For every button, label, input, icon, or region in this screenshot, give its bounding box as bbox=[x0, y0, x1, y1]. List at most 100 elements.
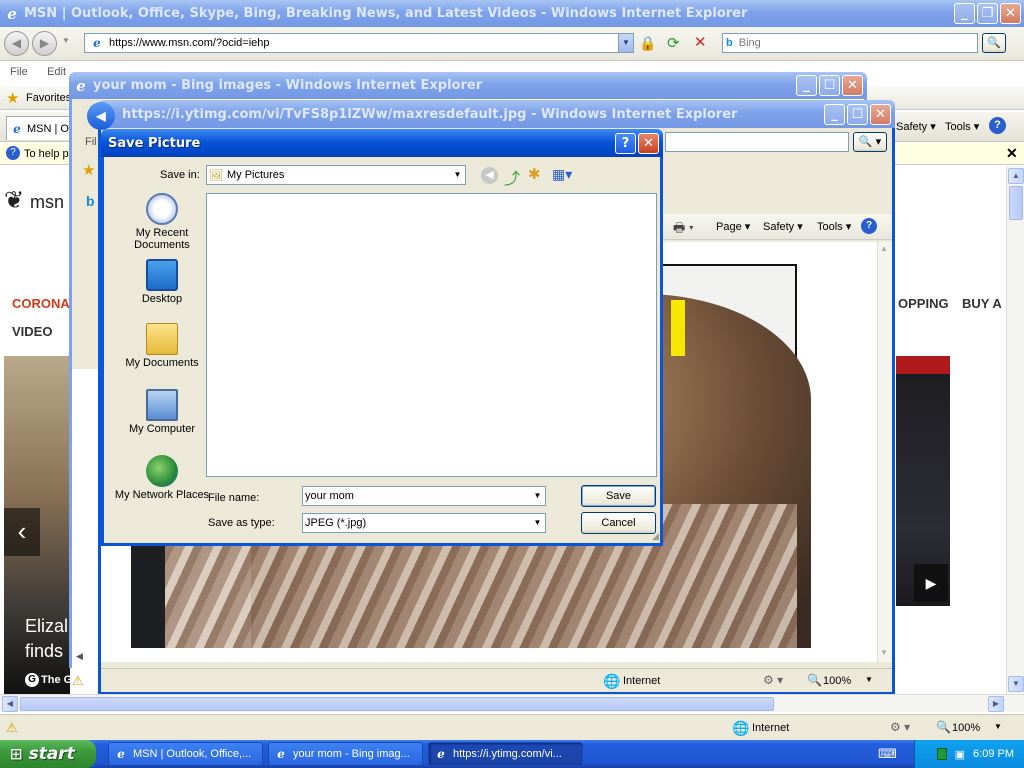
forward-button[interactable]: ▶ bbox=[32, 31, 57, 56]
cancel-button[interactable]: Cancel bbox=[581, 512, 656, 534]
story-headline-line1[interactable]: Elizal bbox=[25, 616, 68, 637]
cmd-page[interactable]: Page ▾ bbox=[716, 220, 750, 233]
up-folder-icon[interactable]: ⤴ bbox=[504, 165, 520, 189]
nav-video[interactable]: VIDEO bbox=[12, 324, 52, 339]
place-recent-documents[interactable]: My Recent Documents bbox=[110, 193, 214, 251]
file-name-input[interactable]: your mom ▼ bbox=[302, 486, 546, 506]
save-in-dropdown-icon[interactable]: ▼ bbox=[450, 166, 465, 184]
nav-dropdown-icon[interactable]: ▼ bbox=[62, 36, 70, 45]
back-button[interactable]: ◀ bbox=[4, 31, 29, 56]
nav-coronavirus[interactable]: CORONA bbox=[12, 296, 70, 311]
bing-star-icon[interactable]: ★ bbox=[82, 161, 95, 179]
zoom-icon[interactable]: 🔍 bbox=[807, 673, 822, 687]
resize-grip-icon[interactable]: ◢ bbox=[652, 531, 659, 542]
hscroll-thumb[interactable] bbox=[20, 697, 774, 711]
address-bar[interactable]: e https://www.msn.com/?ocid=iehp ▼ bbox=[84, 33, 634, 53]
scroll-thumb[interactable] bbox=[1009, 186, 1023, 220]
bing-tab-icon[interactable]: b bbox=[86, 193, 95, 209]
scroll-right-icon[interactable]: ▶ bbox=[988, 696, 1004, 712]
print-icon[interactable]: 🖶 ▾ bbox=[673, 219, 694, 241]
start-button[interactable]: ⊞ start bbox=[0, 740, 96, 768]
keyboard-icon[interactable]: ⌨ bbox=[878, 746, 897, 762]
cmd-tools[interactable]: Tools ▾ bbox=[945, 120, 979, 133]
menu-edit[interactable]: Edit bbox=[47, 66, 66, 78]
zoom-dropdown-icon[interactable]: ▼ bbox=[865, 675, 873, 684]
status-protected-icon[interactable]: ⚙ ▾ bbox=[763, 673, 783, 687]
favorites-label[interactable]: Favorites bbox=[26, 92, 71, 104]
bing-title-bar[interactable]: e your mom - Bing images - Windows Inter… bbox=[69, 72, 867, 99]
status-protected-icon[interactable]: ⚙ ▾ bbox=[890, 720, 910, 734]
back-icon[interactable]: ◀ bbox=[481, 167, 498, 184]
zoom-level[interactable]: 100% bbox=[823, 675, 851, 687]
image-title-bar[interactable]: e https://i.ytimg.com/vi/TvFS8p1lZWw/max… bbox=[98, 100, 895, 128]
close-button[interactable]: ✕ bbox=[1000, 3, 1021, 24]
carousel-prev-button[interactable]: ‹ bbox=[4, 508, 40, 556]
dialog-title-bar[interactable]: Save Picture ? ✕ bbox=[101, 129, 663, 157]
taskbar-item-image[interactable]: e https://i.ytimg.com/vi... bbox=[428, 742, 583, 766]
image-back-button[interactable]: ◀ bbox=[87, 102, 115, 130]
close-button[interactable]: ✕ bbox=[842, 75, 863, 96]
favorites-star-icon[interactable]: ★ bbox=[6, 89, 19, 107]
minimize-button[interactable]: _ bbox=[796, 75, 817, 96]
help-button[interactable]: ? bbox=[615, 132, 636, 154]
image-scrollbar[interactable]: ▲ ▼ bbox=[877, 242, 892, 662]
info-bar-close-icon[interactable]: ✕ bbox=[1006, 145, 1018, 162]
msn-scrollbar[interactable]: ▲ ▼ bbox=[1006, 166, 1024, 694]
stop-icon[interactable]: ✕ bbox=[694, 33, 707, 51]
msn-title-bar[interactable]: e MSN | Outlook, Office, Skype, Bing, Br… bbox=[0, 0, 1024, 27]
file-name-dropdown-icon[interactable]: ▼ bbox=[530, 487, 545, 505]
search-button[interactable]: 🔍 bbox=[982, 33, 1006, 53]
story-headline-line2[interactable]: finds bbox=[25, 641, 63, 662]
nav-buy[interactable]: BUY A bbox=[962, 296, 1002, 311]
menu-file[interactable]: File bbox=[10, 66, 28, 78]
help-icon[interactable]: ? bbox=[989, 117, 1006, 134]
scroll-up-icon[interactable]: ▲ bbox=[1008, 168, 1024, 184]
save-as-type-dropdown[interactable]: JPEG (*.jpg) ▼ bbox=[302, 513, 546, 533]
place-my-documents[interactable]: My Documents bbox=[110, 323, 214, 369]
zoom-level[interactable]: 100% bbox=[952, 722, 980, 734]
taskbar-item-msn[interactable]: e MSN | Outlook, Office,... bbox=[108, 742, 263, 766]
address-dropdown-icon[interactable]: ▼ bbox=[618, 34, 633, 52]
scroll-left-icon[interactable]: ◀ bbox=[2, 696, 18, 712]
cmd-safety[interactable]: Safety ▾ bbox=[763, 220, 803, 233]
tray-app-icon[interactable] bbox=[936, 748, 947, 760]
view-menu-icon[interactable]: ▦▾ bbox=[552, 166, 572, 183]
bing-search-input[interactable]: b Bing bbox=[722, 33, 978, 53]
new-folder-icon[interactable]: ✱ bbox=[528, 165, 541, 183]
restore-button[interactable]: ❐ bbox=[977, 3, 998, 24]
save-button[interactable]: Save bbox=[581, 485, 656, 507]
minimize-button[interactable]: _ bbox=[954, 3, 975, 24]
minimize-button[interactable]: _ bbox=[824, 103, 845, 125]
tab-msn[interactable]: e MSN | O bbox=[6, 116, 70, 140]
msn-logo[interactable]: msn bbox=[30, 192, 64, 213]
place-my-computer[interactable]: My Computer bbox=[110, 389, 214, 435]
image-search-input[interactable] bbox=[665, 132, 849, 152]
msn-hscrollbar[interactable]: ◀ ▶ bbox=[0, 694, 1024, 712]
cmd-safety[interactable]: Safety ▾ bbox=[896, 120, 936, 133]
close-button[interactable]: ✕ bbox=[638, 132, 659, 154]
maximize-button[interactable]: ☐ bbox=[819, 75, 840, 96]
save-as-type-dropdown-icon[interactable]: ▼ bbox=[530, 514, 545, 532]
scroll-down-icon[interactable]: ▼ bbox=[1008, 676, 1024, 692]
file-list[interactable] bbox=[206, 193, 657, 477]
zoom-dropdown-icon[interactable]: ▼ bbox=[994, 722, 1002, 731]
cmd-tools[interactable]: Tools ▾ bbox=[817, 220, 851, 233]
image-file-menu[interactable]: Fil bbox=[85, 136, 97, 148]
clock[interactable]: 6:09 PM bbox=[973, 748, 1014, 760]
place-network[interactable]: My Network Places bbox=[110, 455, 214, 501]
image-search-button[interactable]: 🔍 ▾ bbox=[853, 132, 887, 152]
nav-shopping[interactable]: OPPING bbox=[898, 296, 949, 311]
scroll-down-icon[interactable]: ▼ bbox=[880, 648, 888, 657]
bing-scroll-left-icon[interactable]: ◀ bbox=[76, 651, 83, 662]
zoom-icon[interactable]: 🔍 bbox=[936, 720, 951, 734]
taskbar-item-bing[interactable]: e your mom - Bing imag... bbox=[268, 742, 423, 766]
help-icon[interactable]: ? bbox=[861, 218, 877, 234]
refresh-icon[interactable]: ⟳ bbox=[667, 34, 680, 52]
tray-network-icon[interactable]: ▣ bbox=[955, 748, 965, 761]
save-in-dropdown[interactable]: 🖼 My Pictures ▼ bbox=[206, 165, 466, 185]
place-desktop[interactable]: Desktop bbox=[110, 259, 214, 305]
lock-icon[interactable]: 🔒 bbox=[639, 35, 656, 52]
video-play-button[interactable]: ▶ bbox=[914, 564, 948, 602]
maximize-button[interactable]: ☐ bbox=[847, 103, 868, 125]
close-button[interactable]: ✕ bbox=[870, 103, 891, 125]
